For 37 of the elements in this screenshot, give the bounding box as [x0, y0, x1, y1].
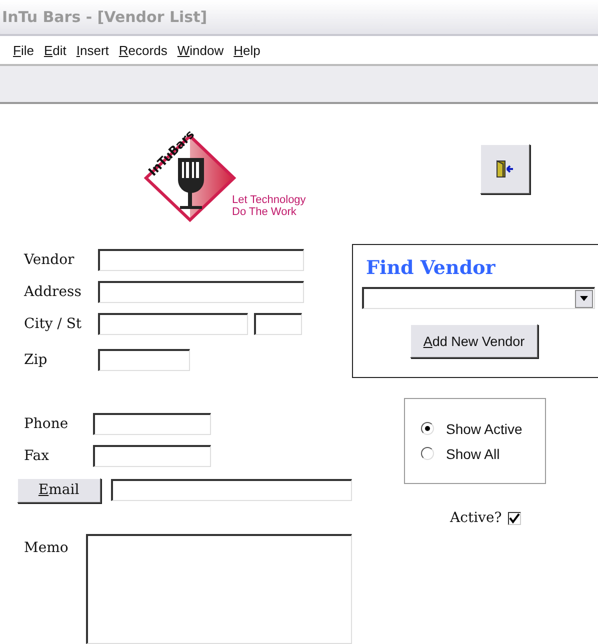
- window-title: InTu Bars - [Vendor List]: [2, 8, 208, 26]
- active-checkbox[interactable]: [508, 512, 521, 524]
- panel-title: Find Vendor: [366, 257, 496, 279]
- menu-item[interactable]: Insert: [75, 42, 110, 58]
- phone-field[interactable]: [93, 413, 211, 435]
- city-field[interactable]: [98, 313, 248, 335]
- field-label: Vendor: [22, 252, 76, 268]
- checkbox-label: Active?: [450, 510, 502, 526]
- menu-item[interactable]: File: [12, 42, 35, 58]
- memo-field[interactable]: [86, 534, 352, 644]
- state-field[interactable]: [254, 313, 302, 335]
- field-label: Memo: [23, 540, 70, 556]
- add-vendor-button[interactable]: Add New Vendor: [410, 324, 538, 358]
- field-label: Fax: [23, 448, 50, 464]
- radio-button[interactable]: [421, 422, 434, 435]
- fax-field[interactable]: [93, 445, 211, 467]
- radio-label[interactable]: Show All: [446, 446, 500, 462]
- menu-item[interactable]: Records: [118, 42, 168, 58]
- address-field[interactable]: [98, 281, 304, 303]
- email-button[interactable]: Email: [17, 478, 101, 502]
- exit-button[interactable]: [480, 144, 530, 194]
- menu-item[interactable]: Window: [176, 42, 225, 58]
- field-label: Zip: [23, 352, 48, 368]
- radio-label[interactable]: Show Active: [446, 420, 522, 436]
- door-icon: [496, 160, 514, 178]
- logo-tagline: Let Technology: [232, 194, 306, 206]
- vendor-dropdown[interactable]: [362, 287, 595, 309]
- field-label: Phone: [23, 416, 70, 432]
- radio-button[interactable]: [421, 447, 434, 460]
- vendor-field[interactable]: [98, 249, 304, 271]
- email-field[interactable]: [110, 479, 352, 501]
- zip-field[interactable]: [98, 349, 190, 371]
- field-label: Address: [22, 284, 82, 300]
- logo-tagline: Do The Work: [232, 206, 298, 218]
- menu-item[interactable]: Edit: [42, 42, 68, 58]
- menu-item[interactable]: Help: [232, 42, 262, 58]
- field-label: City / St: [23, 316, 83, 332]
